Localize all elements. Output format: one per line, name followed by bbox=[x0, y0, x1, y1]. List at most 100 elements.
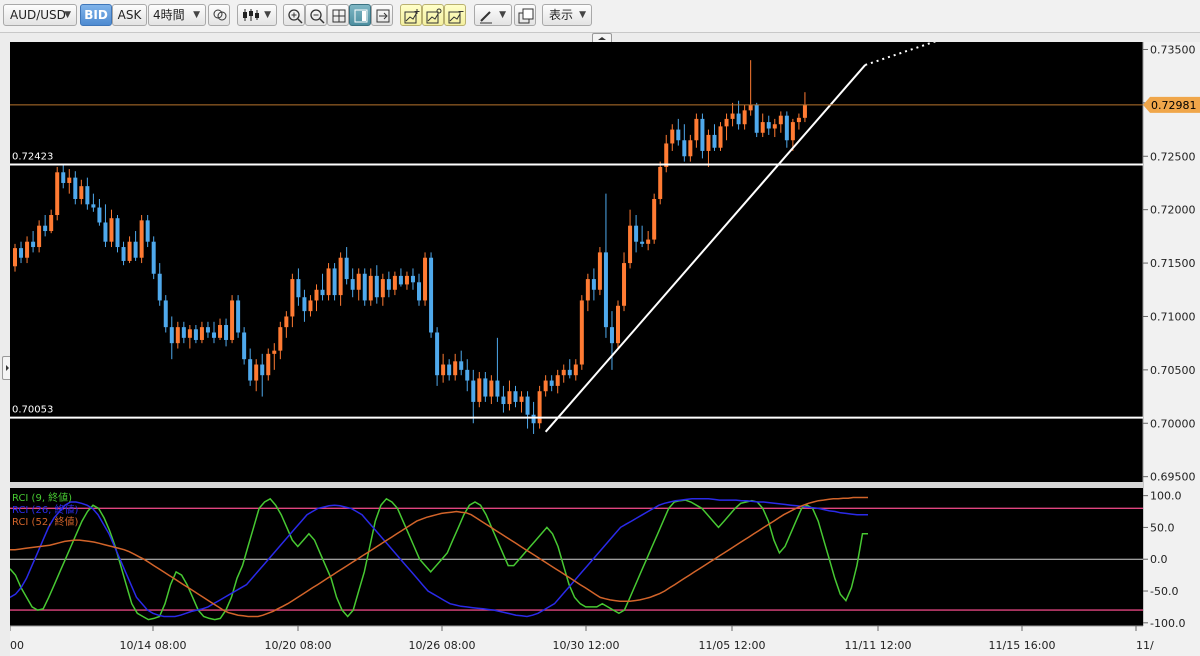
candle-body bbox=[302, 297, 307, 312]
time-tick-label: 11/11 12:00 bbox=[845, 639, 912, 652]
candle-body bbox=[766, 122, 771, 129]
candle-body bbox=[579, 300, 584, 365]
candle-body bbox=[471, 380, 476, 402]
candle-body bbox=[362, 273, 367, 301]
candle-body bbox=[652, 198, 657, 240]
candle-body bbox=[453, 361, 458, 376]
price-tick-label: 0.70500 bbox=[1150, 364, 1196, 377]
candle-body bbox=[778, 115, 783, 125]
candle-body bbox=[254, 364, 259, 381]
rci-legend-item: RCI (9, 終値) bbox=[12, 491, 72, 504]
panel-splitter[interactable] bbox=[10, 482, 1143, 488]
add-indicator-icon[interactable] bbox=[400, 4, 422, 26]
candle-body bbox=[682, 140, 687, 157]
candle-body bbox=[483, 378, 488, 397]
time-tick-label: 11/ bbox=[1136, 639, 1154, 652]
candle-body bbox=[368, 275, 373, 301]
candle-body bbox=[585, 279, 590, 301]
candle-body bbox=[79, 186, 84, 199]
candle-body bbox=[670, 129, 675, 144]
price-tick-label: 0.73500 bbox=[1150, 43, 1196, 56]
candle-body bbox=[151, 241, 156, 274]
price-tick-label: 0.70000 bbox=[1150, 417, 1196, 430]
symbol-select[interactable]: AUD/USD ▼ bbox=[3, 4, 77, 26]
chevron-down-icon: ▼ bbox=[579, 10, 586, 20]
indicator-settings-icon[interactable] bbox=[422, 4, 444, 26]
candle-body bbox=[543, 380, 548, 392]
candle-body bbox=[97, 207, 102, 223]
candle-body bbox=[187, 329, 192, 338]
candle-body bbox=[121, 247, 126, 261]
candle-body bbox=[115, 218, 120, 248]
timeframe-select[interactable]: 4時間 ▼ bbox=[148, 4, 206, 26]
candle-body bbox=[61, 172, 66, 183]
candle-body bbox=[374, 275, 379, 298]
chart-area[interactable]: 0.735000.730000.725000.720000.715000.710… bbox=[10, 42, 1200, 656]
candle-body bbox=[392, 275, 397, 290]
candle-body bbox=[290, 279, 295, 317]
fit-chart-icon[interactable] bbox=[327, 4, 349, 26]
display-menu[interactable]: 表示 ▼ bbox=[542, 4, 592, 26]
candle-body bbox=[447, 364, 452, 376]
rci-legend-item: RCI (26, 終値) bbox=[12, 503, 79, 516]
candle-body bbox=[205, 327, 210, 333]
rci-legend-item: RCI (52, 終値) bbox=[12, 515, 79, 528]
scroll-to-end-icon[interactable] bbox=[371, 4, 393, 26]
chevron-down-icon: ▼ bbox=[264, 10, 271, 20]
candle-body bbox=[43, 225, 48, 232]
chart-toolbar: AUD/USD ▼ BID ASK 4時間 ▼ ▼ ▼ 表示 ▼ bbox=[0, 0, 1200, 33]
candle-body bbox=[13, 248, 17, 267]
candle-body bbox=[308, 300, 313, 312]
new-window-icon[interactable] bbox=[514, 4, 536, 26]
candle-body bbox=[718, 126, 723, 148]
candle-body bbox=[37, 225, 42, 248]
rci-tick-label: -100.0 bbox=[1150, 617, 1185, 630]
candle-body bbox=[507, 391, 512, 405]
candle-body bbox=[712, 134, 717, 148]
horizontal-line-label: 0.70053 bbox=[12, 405, 53, 416]
time-tick-label: 11/05 12:00 bbox=[699, 639, 766, 652]
candle-body bbox=[296, 279, 301, 298]
candle-body bbox=[603, 252, 608, 328]
candle-body bbox=[386, 279, 391, 290]
candle-body bbox=[736, 113, 741, 125]
link-chart-icon[interactable] bbox=[208, 4, 230, 26]
drawing-tool-select[interactable]: ▼ bbox=[474, 4, 512, 26]
candle-body bbox=[260, 364, 265, 376]
candle-body bbox=[790, 122, 795, 141]
candle-body bbox=[242, 332, 247, 360]
price-tick-label: 0.71500 bbox=[1150, 257, 1196, 270]
candle-body bbox=[109, 218, 114, 242]
candle-body bbox=[567, 369, 572, 376]
candle-body bbox=[133, 241, 138, 258]
chart-shift-icon[interactable] bbox=[349, 4, 371, 26]
candle-body bbox=[634, 225, 639, 242]
chart-type-select[interactable]: ▼ bbox=[237, 4, 277, 26]
candle-body bbox=[477, 378, 482, 402]
candle-body bbox=[49, 215, 54, 232]
time-tick-label: 10/26 08:00 bbox=[409, 639, 476, 652]
current-price-label: 0.72981 bbox=[1151, 99, 1197, 112]
remove-indicator-icon[interactable] bbox=[444, 4, 466, 26]
display-label: 表示 bbox=[549, 8, 574, 22]
timeframe-label: 4時間 bbox=[153, 8, 185, 22]
candle-body bbox=[525, 396, 530, 415]
candle-body bbox=[67, 177, 72, 183]
zoom-in-icon[interactable] bbox=[283, 4, 305, 26]
price-tick-label: 0.69500 bbox=[1150, 471, 1196, 484]
candle-body bbox=[417, 282, 422, 301]
candle-body bbox=[465, 369, 470, 381]
candle-body bbox=[519, 396, 524, 402]
pen-icon bbox=[480, 11, 492, 24]
candle-body bbox=[754, 105, 759, 133]
ask-button[interactable]: ASK bbox=[112, 4, 147, 26]
candle-body bbox=[145, 220, 150, 242]
candle-body bbox=[531, 414, 536, 424]
bid-button[interactable]: BID bbox=[80, 4, 112, 26]
candle-body bbox=[91, 204, 96, 208]
candle-body bbox=[513, 391, 518, 402]
candle-body bbox=[742, 110, 747, 125]
zoom-out-icon[interactable] bbox=[305, 4, 327, 26]
rci-tick-label: 50.0 bbox=[1150, 521, 1175, 534]
candle-body bbox=[404, 275, 409, 285]
